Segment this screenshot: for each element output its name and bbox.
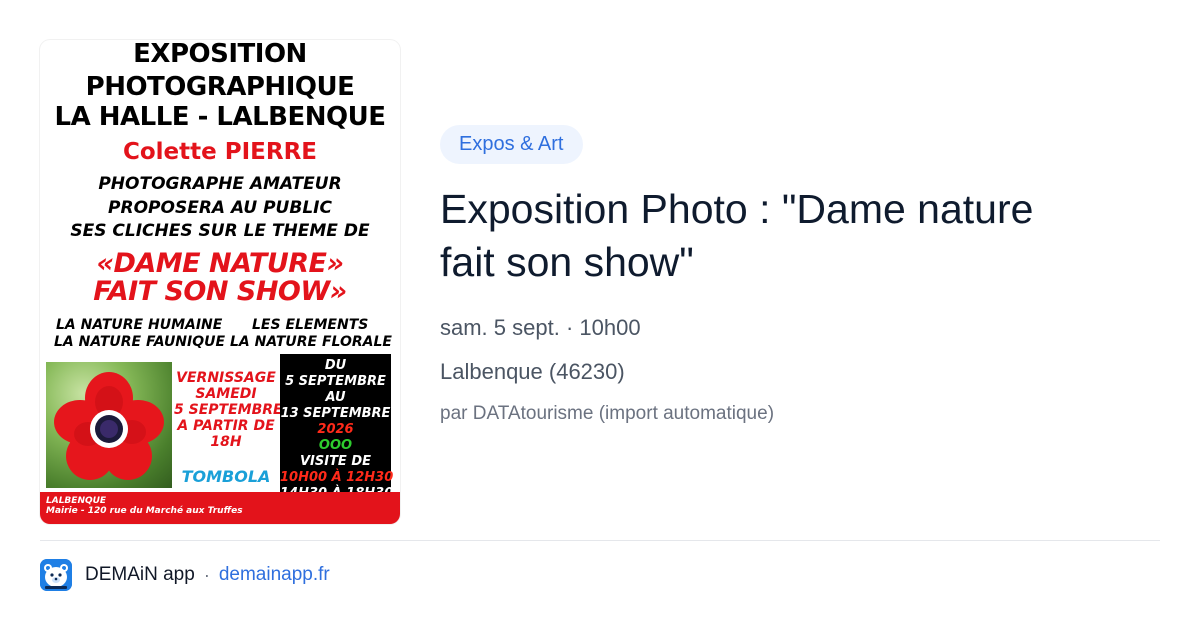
poster-dates-line: VISITE DE [299,454,372,469]
app-name[interactable]: DEMAiN app [85,564,195,586]
footer-separator: · [203,564,210,585]
poster-dates-line: 2026 [317,422,354,437]
poster-theme-line: FAIT SON SHOW» [93,276,347,307]
event-title[interactable]: Exposition Photo : "Dame nature fait son… [440,183,1140,289]
poster-title-line: LA HALLE - LALBENQUE [54,102,386,132]
red-anemone-flower-icon [54,372,164,480]
poster-artist-name: Colette PIERRE [122,139,318,165]
event-title-line: Exposition Photo : "Dame nature [440,186,1034,232]
poster-description-line: SES CLICHES SUR LE THEME DE [70,221,370,241]
poster-description-line: PROPOSERA AU PUBLIC [108,198,332,218]
poster-dates-line: 13 SEPTEMBRE [280,406,391,421]
event-location: Lalbenque (46230) [440,359,625,384]
poster-title-line: PHOTOGRAPHIQUE [85,72,355,102]
poster-dates-line: 10H00 à 12h30 [280,470,394,485]
poster-title-line: EXPOSITION [133,40,307,69]
poster-vernissage-line: 18H [210,434,242,450]
event-poster-image[interactable]: EXPOSITION PHOTOGRAPHIQUE LA HALLE - LAL… [40,40,400,524]
poster-dates-line: AU [325,390,346,405]
site-footer: DEMAiN app · demainapp.fr [40,558,330,592]
poster-description-line: PHOTOGRAPHE AMATEUR [98,174,342,194]
poster-category: LA NATURE FAUNIQUE [54,334,226,350]
event-source: par DATAtourisme (import automatique) [440,403,775,424]
poster-vernissage-text: VERNISSAGE SAMEDI 5 SEPTEMBRE A PARTIR D… [174,370,283,450]
app-domain-link[interactable]: demainapp.fr [219,564,330,586]
poster-dates-line: DU [324,358,347,373]
footer-divider [40,540,1160,541]
poster-address-line: Mairie - 120 rue du Marché aux Truffes [46,506,243,516]
poster-vernissage-line: 5 SEPTEMBRE [174,402,283,418]
poster-category: LA NATURE HUMAINE [56,317,223,333]
bear-logo-icon[interactable] [40,559,72,591]
poster-dates-line: 5 SEPTEMBRE [285,374,386,389]
poster-address-band: LALBENQUE Mairie - 120 rue du Marché aux… [40,492,400,524]
event-title-line: fait son show" [440,239,694,285]
poster-tombola: TOMBOLA [181,467,271,486]
event-datetime: sam. 5 sept. · 10h00 [440,315,641,340]
poster-category: LES ELEMENTS [252,317,369,333]
poster-vernissage-line: A PARTIR DE [177,418,275,434]
poster-dates-line: oOo [318,438,353,453]
poster-address-line: LALBENQUE [46,496,107,506]
poster-theme-line: «DAME NATURE» [96,248,344,279]
poster-flower-photo [46,362,172,488]
category-chip[interactable]: Expos & Art [440,125,583,164]
poster-vernissage-line: VERNISSAGE [176,370,276,386]
poster-category: LA NATURE FLORALE [230,334,392,350]
poster-vernissage-line: SAMEDI [195,386,257,402]
